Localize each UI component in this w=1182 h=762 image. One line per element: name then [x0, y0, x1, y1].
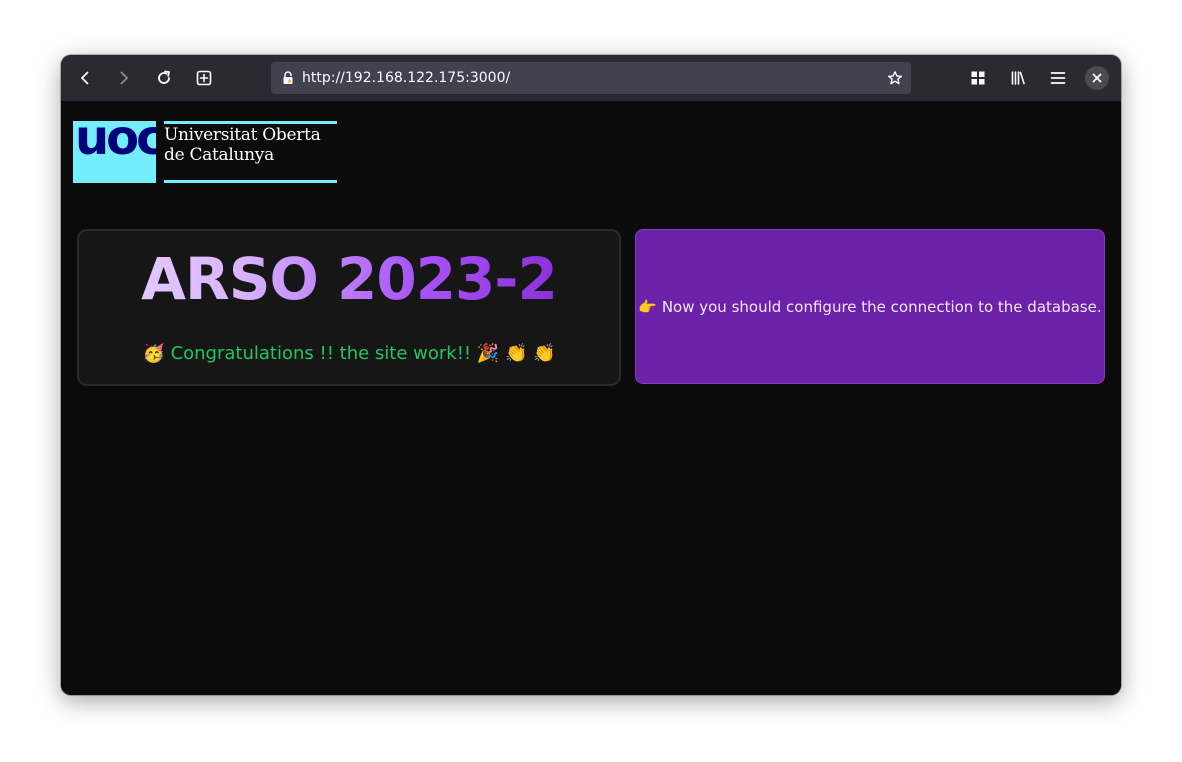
back-icon [81, 71, 89, 85]
close-icon [1092, 73, 1102, 83]
new-tab-icon [196, 70, 212, 86]
url-bar[interactable]: http://192.168.122.175:3000/ [271, 62, 911, 94]
close-window-button[interactable] [1085, 66, 1109, 90]
forward-icon [120, 71, 128, 85]
browser-window: http://192.168.122.175:3000/ uoc Univers… [61, 55, 1121, 695]
uoc-logo-letters: uoc [75, 121, 156, 166]
page-title: ARSO 2023-2 [79, 245, 619, 313]
lock-icon[interactable] [280, 70, 296, 86]
logo-line-1: Universitat Oberta [164, 125, 321, 145]
forward-button[interactable] [110, 64, 138, 92]
library-button[interactable] [1004, 64, 1032, 92]
star-icon[interactable] [887, 70, 903, 86]
database-notice-card: 👉 Now you should configure the connectio… [635, 229, 1105, 384]
logo-rule-bottom [164, 180, 337, 183]
database-notice-text: 👉 Now you should configure the connectio… [638, 297, 1102, 316]
logo-rule-top [164, 121, 337, 124]
menu-button[interactable] [1044, 64, 1072, 92]
logo-wordmark: Universitat Oberta de Catalunya [164, 125, 321, 165]
new-tab-button[interactable] [190, 64, 218, 92]
extensions-button[interactable] [964, 64, 992, 92]
reload-button[interactable] [150, 64, 178, 92]
browser-toolbar: http://192.168.122.175:3000/ [61, 55, 1121, 101]
congrats-message: 🥳 Congratulations !! the site work!! 🎉 👏… [142, 343, 556, 364]
uoc-logo: uoc Universitat Oberta de Catalunya [73, 121, 337, 183]
uoc-logo-mark: uoc [73, 121, 156, 183]
library-icon [1011, 71, 1025, 85]
extensions-icon [971, 71, 985, 85]
logo-line-2: de Catalunya [164, 145, 274, 165]
page-content: uoc Universitat Oberta de Catalunya ARSO… [61, 101, 1121, 695]
reload-icon [158, 70, 170, 84]
welcome-card: ARSO 2023-2 🥳 Congratulations !! the sit… [77, 229, 621, 386]
url-text[interactable]: http://192.168.122.175:3000/ [302, 62, 510, 94]
back-button[interactable] [71, 64, 99, 92]
menu-icon [1050, 72, 1066, 84]
